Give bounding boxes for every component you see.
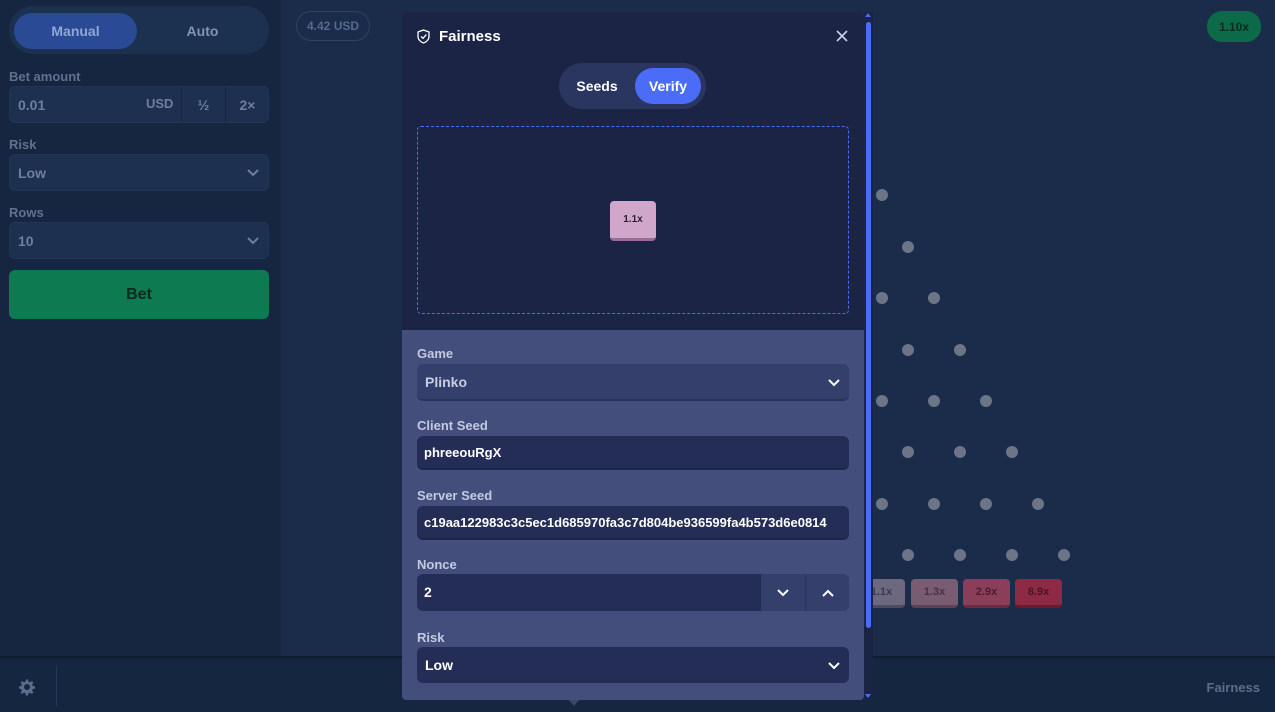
- multiplier-slot: 8.9x: [1015, 579, 1062, 608]
- mode-toggle: Manual Auto: [9, 6, 269, 54]
- multiplier-slot: 2.9x: [963, 579, 1010, 608]
- peg: [954, 446, 966, 458]
- balance-pill: 4.42 USD: [296, 11, 371, 41]
- modal-risk-select[interactable]: Low: [417, 647, 849, 683]
- peg: [876, 395, 888, 407]
- risk-select[interactable]: Low: [9, 154, 269, 191]
- peg: [928, 395, 940, 407]
- peg: [902, 241, 914, 253]
- gear-icon[interactable]: [18, 678, 36, 696]
- nonce-decrement-button[interactable]: [761, 574, 805, 611]
- modal-header-area: Fairness Seeds Verify 1.1x: [402, 12, 864, 330]
- tab-verify[interactable]: Verify: [635, 68, 701, 104]
- peg: [1006, 549, 1018, 561]
- nonce-value: 2: [424, 584, 432, 600]
- risk-value: Low: [18, 165, 46, 181]
- peg: [954, 344, 966, 356]
- game-select[interactable]: Plinko: [417, 364, 849, 401]
- multiplier-slot: 1.3x: [911, 579, 958, 608]
- bet-amount-label: Bet amount: [9, 69, 81, 84]
- peg: [1006, 446, 1018, 458]
- nonce-increment-button[interactable]: [805, 574, 849, 611]
- chevron-down-icon: [828, 379, 840, 387]
- rows-value: 10: [18, 233, 34, 249]
- peg: [980, 498, 992, 510]
- modal-risk-label: Risk: [417, 630, 445, 645]
- server-seed-input[interactable]: c19aa122983c3c5ec1d685970fa3c7d804be9365…: [417, 506, 849, 540]
- close-icon[interactable]: [836, 30, 848, 42]
- chevron-down-icon: [828, 662, 840, 670]
- peg: [1032, 498, 1044, 510]
- server-seed-label: Server Seed: [417, 488, 493, 503]
- peg: [928, 292, 940, 304]
- nonce-input[interactable]: 2: [417, 574, 849, 611]
- result-multiplier-slot: 1.1x: [610, 201, 656, 241]
- scroll-down-arrow-icon[interactable]: [865, 694, 871, 698]
- double-bet-button[interactable]: 2×: [225, 87, 269, 122]
- chevron-up-icon: [821, 589, 834, 597]
- auto-mode-button[interactable]: Auto: [141, 13, 264, 49]
- bet-amount-field: 0.01 USD ½ 2×: [9, 86, 269, 123]
- risk-label: Risk: [9, 137, 37, 152]
- peg: [928, 498, 940, 510]
- peg: [1058, 549, 1070, 561]
- tab-seeds[interactable]: Seeds: [565, 68, 629, 104]
- chevron-down-icon: [247, 237, 259, 245]
- peg: [980, 395, 992, 407]
- bet-button[interactable]: Bet: [9, 270, 269, 319]
- rows-select[interactable]: 10: [9, 222, 269, 259]
- fairness-modal: Fairness Seeds Verify 1.1x Game Plinko C…: [402, 12, 864, 700]
- client-seed-value: phreeouRgX: [424, 445, 502, 460]
- game-value: Plinko: [425, 374, 468, 390]
- chevron-down-icon: [777, 588, 789, 596]
- client-seed-label: Client Seed: [417, 418, 488, 433]
- modal-title: Fairness: [439, 28, 501, 45]
- footer-divider: [56, 666, 57, 706]
- bet-panel: Manual Auto Bet amount 0.01 USD ½ 2× Ris…: [0, 0, 281, 656]
- verify-result-preview: 1.1x: [417, 126, 849, 314]
- rows-label: Rows: [9, 205, 44, 220]
- server-seed-value: c19aa122983c3c5ec1d685970fa3c7d804be9365…: [424, 515, 827, 530]
- game-label: Game: [417, 346, 454, 361]
- half-bet-button[interactable]: ½: [181, 87, 225, 122]
- client-seed-input[interactable]: phreeouRgX: [417, 436, 849, 470]
- last-multiplier-badge: 1.10x: [1207, 11, 1261, 42]
- modal-risk-value: Low: [425, 657, 453, 673]
- nonce-label: Nonce: [417, 557, 457, 572]
- scrollbar-thumb[interactable]: [866, 22, 871, 628]
- peg: [902, 549, 914, 561]
- peg: [902, 446, 914, 458]
- manual-mode-button[interactable]: Manual: [14, 13, 137, 49]
- peg: [876, 189, 888, 201]
- chevron-down-icon: [247, 169, 259, 177]
- fairness-tabs: Seeds Verify: [559, 63, 706, 109]
- currency-label: USD: [146, 96, 174, 111]
- peg: [954, 549, 966, 561]
- modal-scrollbar[interactable]: [864, 12, 873, 700]
- fairness-link[interactable]: Fairness: [1207, 680, 1260, 695]
- shield-icon: [417, 29, 430, 44]
- scroll-up-arrow-icon[interactable]: [865, 13, 871, 17]
- peg: [876, 498, 888, 510]
- peg: [902, 344, 914, 356]
- bet-amount-input[interactable]: 0.01: [18, 97, 45, 113]
- peg: [876, 292, 888, 304]
